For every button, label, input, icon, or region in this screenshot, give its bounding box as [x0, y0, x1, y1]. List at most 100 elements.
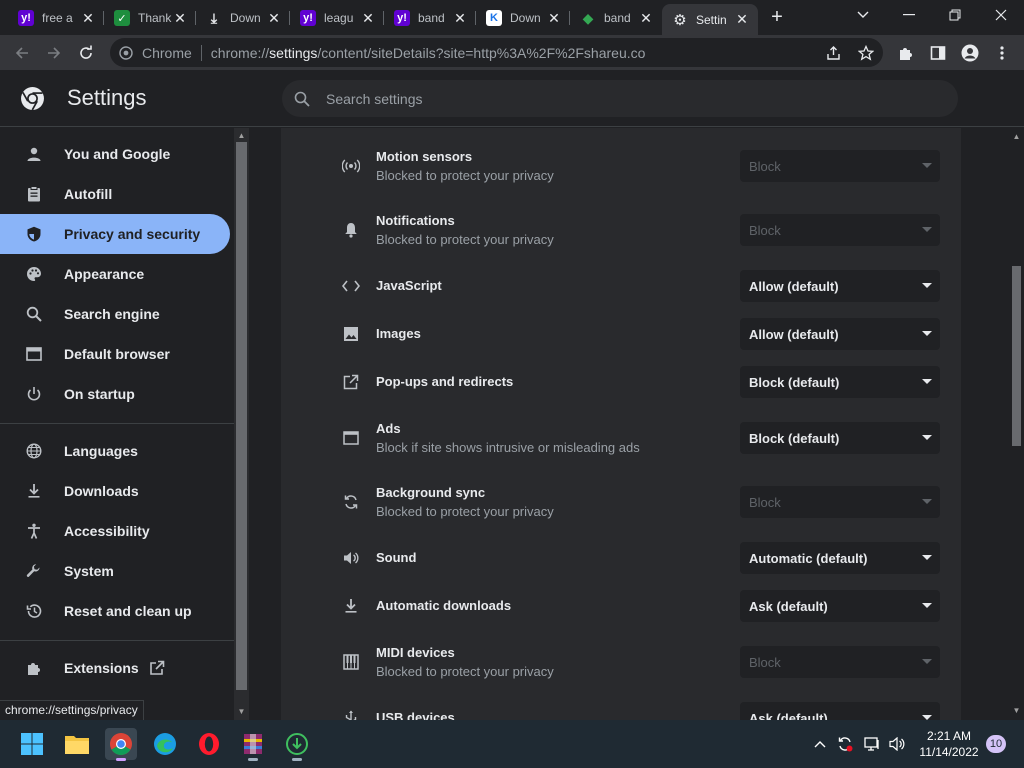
- search-box[interactable]: [282, 80, 958, 117]
- permission-select-automatic-downloads[interactable]: Ask (default): [740, 590, 940, 622]
- permission-select-sound[interactable]: Automatic (default): [740, 542, 940, 574]
- sidebar-item-extensions[interactable]: Extensions: [0, 648, 230, 688]
- tray-volume-icon[interactable]: [887, 734, 907, 754]
- close-window-button[interactable]: [978, 0, 1024, 30]
- taskbar-winrar[interactable]: [237, 728, 269, 761]
- tab-search-button[interactable]: [840, 0, 886, 30]
- select-value: Block: [749, 654, 781, 670]
- permission-select-images[interactable]: Allow (default): [740, 318, 940, 350]
- search-input[interactable]: [326, 90, 886, 107]
- tab-0[interactable]: y! free a ✕: [8, 4, 104, 32]
- sidebar-item-system[interactable]: System: [0, 551, 230, 591]
- forward-button[interactable]: [42, 41, 66, 65]
- select-value: Allow (default): [749, 326, 839, 342]
- permission-select-ads[interactable]: Block (default): [740, 422, 940, 454]
- close-icon[interactable]: ✕: [360, 10, 376, 26]
- tab-2[interactable]: ⤓ Down ✕: [196, 4, 290, 32]
- close-icon[interactable]: ✕: [172, 10, 188, 26]
- scroll-up-icon[interactable]: ▲: [237, 131, 246, 140]
- taskbar-clock[interactable]: 2:21 AM 11/14/2022: [914, 728, 984, 760]
- close-icon[interactable]: ✕: [452, 10, 468, 26]
- avatar-icon: [961, 44, 979, 62]
- tray-update-icon[interactable]: [835, 734, 855, 754]
- address-bar[interactable]: Chrome chrome://settings/content/siteDet…: [110, 38, 883, 67]
- sidebar-item-default-browser[interactable]: Default browser: [0, 334, 230, 374]
- tab-1[interactable]: ✓ Thank ✕: [104, 4, 196, 32]
- speaker-icon: [341, 548, 361, 568]
- taskbar-file-explorer[interactable]: [61, 728, 93, 760]
- restore-button[interactable]: [932, 0, 978, 30]
- usb-icon: [341, 708, 361, 720]
- piano-icon: [341, 652, 361, 672]
- url-host: settings: [269, 44, 318, 61]
- minimize-button[interactable]: [886, 0, 932, 30]
- permission-description: Blocked to protect your privacy: [376, 168, 554, 183]
- close-icon[interactable]: ✕: [638, 10, 654, 26]
- sidebar-item-autofill[interactable]: Autofill: [0, 174, 230, 214]
- permission-select-background-sync: Block: [740, 486, 940, 518]
- new-tab-button[interactable]: +: [766, 6, 788, 28]
- reload-button[interactable]: [74, 41, 98, 65]
- scroll-up-icon[interactable]: ▲: [1012, 132, 1021, 141]
- close-icon[interactable]: ✕: [80, 10, 96, 26]
- show-hidden-icons-button[interactable]: [810, 734, 830, 754]
- sidebar-scrollbar-thumb[interactable]: [236, 142, 247, 690]
- notification-badge[interactable]: 10: [986, 735, 1006, 753]
- folder-icon: [65, 736, 89, 754]
- clock-date: 11/14/2022: [919, 745, 979, 759]
- close-icon[interactable]: ✕: [546, 10, 562, 26]
- scroll-down-icon[interactable]: ▼: [237, 707, 246, 716]
- scroll-down-icon[interactable]: ▼: [1012, 706, 1021, 715]
- close-icon[interactable]: ✕: [266, 10, 282, 26]
- sidebar-item-accessibility[interactable]: Accessibility: [0, 511, 230, 551]
- side-panel-button[interactable]: [926, 41, 950, 65]
- permission-description: Blocked to protect your privacy: [376, 504, 554, 519]
- sidebar-item-privacy-and-security[interactable]: Privacy and security: [0, 214, 230, 254]
- back-button[interactable]: [10, 41, 34, 65]
- tab-6[interactable]: ◆ band ✕: [570, 4, 662, 32]
- share-button[interactable]: [822, 41, 846, 65]
- main-scrollbar-thumb[interactable]: [1012, 266, 1021, 446]
- permission-text: Automatic downloads: [376, 598, 511, 613]
- share-icon: [827, 46, 840, 60]
- sidebar-item-on-startup[interactable]: On startup: [0, 374, 230, 414]
- tab-title: Down: [230, 11, 261, 25]
- tab-5[interactable]: K Down ✕: [476, 4, 570, 32]
- star-icon: [858, 45, 874, 61]
- globe-icon: [24, 441, 44, 461]
- taskbar-download-manager[interactable]: [281, 728, 313, 761]
- main-scrollbar[interactable]: ▲ ▼: [1009, 128, 1024, 720]
- extensions-button[interactable]: [894, 41, 918, 65]
- menu-button[interactable]: [990, 41, 1014, 65]
- sidebar-scrollbar[interactable]: ▲ ▼: [234, 128, 249, 720]
- k-site-icon: K: [486, 10, 502, 26]
- bookmark-button[interactable]: [854, 41, 878, 65]
- tab-4[interactable]: y! band ✕: [384, 4, 476, 32]
- taskbar-chrome[interactable]: [105, 728, 137, 761]
- permission-text: Images: [376, 326, 421, 341]
- permission-select-javascript[interactable]: Allow (default): [740, 270, 940, 302]
- sidebar-item-reset-and-clean-up[interactable]: Reset and clean up: [0, 591, 230, 631]
- sidebar-item-you-and-google[interactable]: You and Google: [0, 134, 230, 174]
- omnibox-divider: [200, 44, 202, 61]
- site-permissions-content: Motion sensors Blocked to protect your p…: [249, 128, 1009, 720]
- dropdown-caret-icon: [922, 603, 932, 608]
- profile-button[interactable]: [958, 41, 982, 65]
- permission-select-usb-devices[interactable]: Ask (default): [740, 702, 940, 720]
- close-icon[interactable]: ✕: [734, 11, 750, 28]
- permission-text: USB devices: [376, 710, 455, 720]
- tab-3[interactable]: y! leagu ✕: [290, 4, 384, 32]
- sidebar-item-appearance[interactable]: Appearance: [0, 254, 230, 294]
- tray-network-icon[interactable]: [862, 734, 882, 754]
- clock-time: 2:21 AM: [926, 729, 972, 743]
- permission-select-popups[interactable]: Block (default): [740, 366, 940, 398]
- start-button[interactable]: [16, 728, 48, 760]
- taskbar-opera[interactable]: [193, 728, 225, 760]
- permission-label: Ads: [376, 421, 401, 436]
- taskbar-edge[interactable]: [149, 728, 181, 760]
- sidebar-item-downloads[interactable]: Downloads: [0, 471, 230, 511]
- sidebar-item-search-engine[interactable]: Search engine: [0, 294, 230, 334]
- tab-7-active[interactable]: ⚙ Settin ✕: [662, 4, 758, 35]
- sidebar-item-languages[interactable]: Languages: [0, 431, 230, 471]
- restore-icon: [949, 9, 961, 21]
